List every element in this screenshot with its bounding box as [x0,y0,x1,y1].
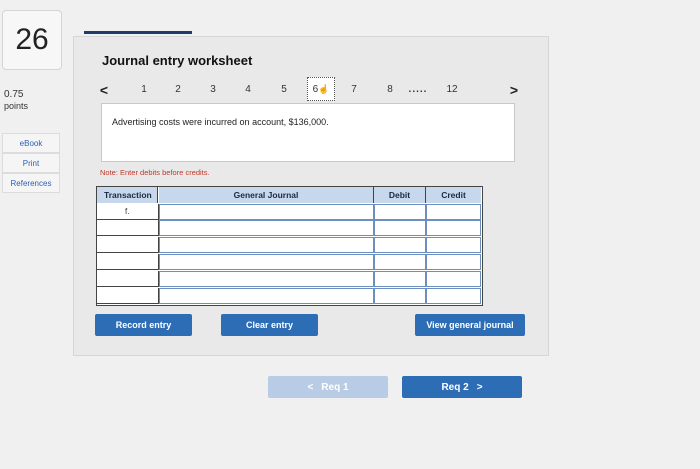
next-arrow-icon: > [476,381,483,393]
row-3-account-input[interactable] [159,237,374,253]
row-2-transaction [97,220,159,236]
ebook-link[interactable]: eBook [2,133,60,153]
row-3-transaction [97,237,159,253]
pager-page-4[interactable]: 4 [238,81,258,99]
row-5-credit-input[interactable] [426,271,481,287]
pager-page-2[interactable]: 2 [168,81,188,99]
row-2-account-input[interactable] [159,220,374,236]
pager-page-12[interactable]: 12 [442,81,462,99]
question-number: 26 [2,10,62,70]
row-6-credit-input[interactable] [426,288,481,304]
references-link[interactable]: References [2,173,60,193]
record-entry-button[interactable]: Record entry [95,314,192,336]
row-6-account-input[interactable] [159,288,374,304]
header-debit: Debit [374,187,426,203]
print-link[interactable]: Print [2,153,60,173]
row-1-transaction: f. [97,204,159,220]
header-credit: Credit [426,187,481,203]
next-requirement-button[interactable]: Req 2 > [402,376,522,398]
row-2-debit-input[interactable] [374,220,426,236]
prev-arrow-icon: < [307,381,314,393]
row-1-debit-input[interactable] [374,204,426,220]
pager-page-3[interactable]: 3 [203,81,223,99]
pager-page-6-active[interactable]: 6☝ [307,77,335,101]
pager-page-7[interactable]: 7 [344,81,364,99]
row-3-debit-input[interactable] [374,237,426,253]
header-general-journal: General Journal [159,187,374,203]
journal-table: Transaction General Journal Debit Credit… [96,186,483,306]
debits-note: Note: Enter debits before credits. [100,168,210,177]
row-5-transaction [97,271,159,287]
row-5-account-input[interactable] [159,271,374,287]
hand-cursor-icon: ☝ [318,84,330,94]
entry-pager: < 1 2 3 4 5 6☝ 7 8 ..... 12 > [94,77,524,101]
row-3-credit-input[interactable] [426,237,481,253]
row-4-account-input[interactable] [159,254,374,270]
row-1-account-input[interactable] [159,204,374,220]
pager-next-icon[interactable]: > [504,81,524,99]
row-4-credit-input[interactable] [426,254,481,270]
row-5-debit-input[interactable] [374,271,426,287]
prev-requirement-button[interactable]: < Req 1 [268,376,388,398]
pager-ellipsis: ..... [408,84,428,95]
worksheet-title: Journal entry worksheet [102,53,253,68]
row-6-debit-input[interactable] [374,288,426,304]
prev-requirement-label: Req 1 [321,381,349,393]
transaction-description: Advertising costs were incurred on accou… [112,117,329,127]
row-4-transaction [97,254,159,270]
clear-entry-button[interactable]: Clear entry [221,314,318,336]
header-divider [84,31,192,34]
row-6-transaction [97,288,159,304]
worksheet-panel: Journal entry worksheet < 1 2 3 4 5 6☝ 7… [73,36,549,356]
points-value: 0.75 [4,89,24,100]
view-general-journal-button[interactable]: View general journal [415,314,525,336]
pager-page-8[interactable]: 8 [380,81,400,99]
pager-prev-icon[interactable]: < [94,81,114,99]
row-1-credit-input[interactable] [426,204,481,220]
pager-page-1[interactable]: 1 [134,81,154,99]
pager-page-5[interactable]: 5 [274,81,294,99]
header-transaction: Transaction [97,187,158,203]
row-4-debit-input[interactable] [374,254,426,270]
transaction-description-box: Advertising costs were incurred on accou… [101,103,515,162]
next-requirement-label: Req 2 [441,381,469,393]
points-label: points [4,101,29,111]
row-2-credit-input[interactable] [426,220,481,236]
